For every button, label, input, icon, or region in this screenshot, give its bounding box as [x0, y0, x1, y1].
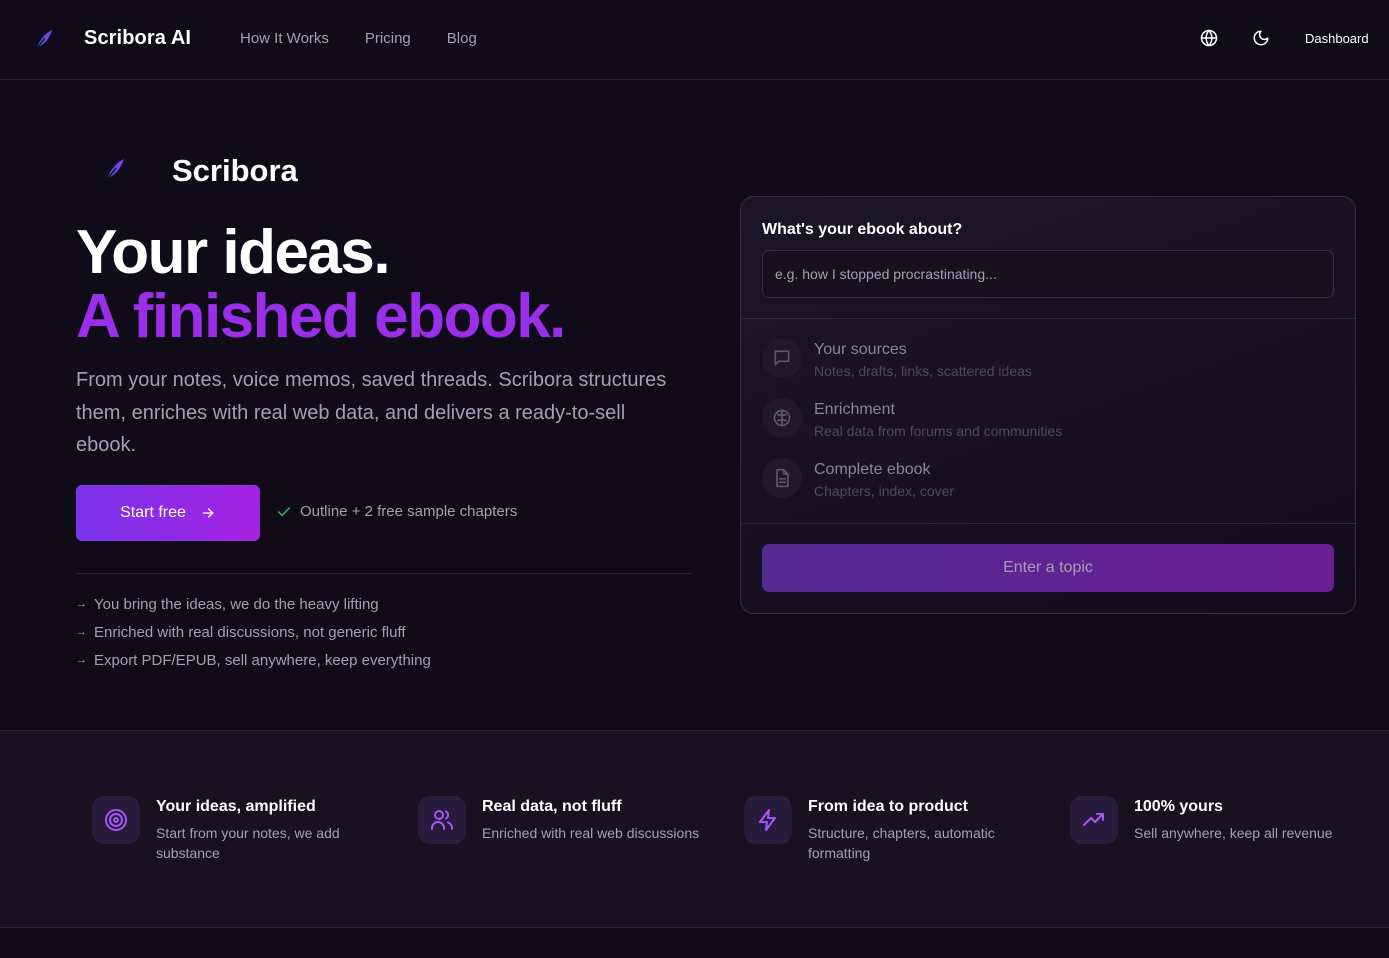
cta-note: Outline + 2 free sample chapters — [276, 503, 517, 520]
cta-note-text: Outline + 2 free sample chapters — [300, 503, 518, 520]
hero-subcopy: From your notes, voice memos, saved thre… — [76, 369, 667, 456]
headline-line2: A finished ebook. — [76, 282, 566, 351]
nav-link-pricing[interactable]: Pricing — [365, 30, 411, 47]
nav-link-blog[interactable]: Blog — [447, 30, 477, 47]
step-your-sources: Your sources Notes, drafts, links, scatt… — [762, 338, 1322, 382]
nav-links: How It Works Pricing Blog — [240, 30, 477, 47]
hero-divider — [76, 573, 692, 574]
step-title: Your sources — [814, 341, 907, 358]
top-nav: Scribora AI How It Works Pricing Blog Da… — [0, 0, 1389, 80]
hero-brand: Scribora — [172, 153, 298, 188]
feature-title: Real data, not fluff — [482, 798, 622, 815]
feature-desc: Start from your notes, we add substance — [156, 825, 340, 861]
target-icon — [92, 796, 140, 844]
arrow-right-icon — [202, 508, 214, 518]
feature-title: 100% yours — [1134, 798, 1223, 815]
feature-real-data: Real data, not fluff Enriched with real … — [418, 796, 718, 876]
bullet-text: Export PDF/EPUB, sell anywhere, keep eve… — [94, 651, 431, 669]
step-title: Enrichment — [814, 401, 895, 418]
bullet-text: You bring the ideas, we do the heavy lif… — [94, 595, 379, 613]
feature-desc: Structure, chapters, automatic formattin… — [808, 825, 995, 861]
users-icon — [418, 796, 466, 844]
feature-desc: Enriched with real web discussions — [482, 825, 700, 841]
step-title: Complete ebook — [814, 461, 931, 478]
features-band: Your ideas, amplified Start from your no… — [0, 730, 1389, 928]
nav-brand[interactable]: Scribora AI — [84, 27, 191, 50]
step-subtitle: Notes, drafts, links, scattered ideas — [814, 363, 1032, 379]
list-item: → Enriched with real discussions, not ge… — [76, 618, 431, 646]
moon-icon[interactable] — [1252, 29, 1270, 47]
brain-icon — [762, 398, 802, 438]
file-text-icon — [762, 458, 802, 498]
ebook-topic-card: What's your ebook about? Your sources No… — [740, 196, 1356, 614]
step-subtitle: Real data from forums and communities — [814, 423, 1063, 439]
feather-logo-icon[interactable] — [34, 28, 54, 50]
feather-logo-icon — [106, 159, 124, 180]
zap-icon — [744, 796, 792, 844]
feature-title: From idea to product — [808, 798, 968, 815]
card-divider — [741, 523, 1355, 524]
start-free-label: Start free — [120, 504, 186, 521]
feature-ideas-amplified: Your ideas, amplified Start from your no… — [92, 796, 392, 876]
trending-up-icon — [1070, 796, 1118, 844]
feature-desc: Sell anywhere, keep all revenue — [1134, 825, 1333, 841]
enter-topic-button[interactable]: Enter a topic — [762, 544, 1334, 592]
headline-line1: Your ideas. — [76, 218, 391, 287]
topic-input[interactable] — [762, 250, 1334, 298]
card-divider — [741, 318, 1355, 319]
globe-icon[interactable] — [1200, 29, 1218, 47]
hero-bullets: → You bring the ideas, we do the heavy l… — [76, 590, 431, 674]
feature-idea-to-product: From idea to product Structure, chapters… — [744, 796, 1044, 876]
step-enrichment: Enrichment Real data from forums and com… — [762, 398, 1322, 442]
arrow-bullet-icon: → — [76, 626, 87, 638]
message-square-icon — [762, 338, 802, 378]
start-free-button[interactable]: Start free — [76, 485, 260, 541]
arrow-bullet-icon: → — [76, 598, 87, 610]
check-icon — [277, 506, 291, 516]
list-item: → Export PDF/EPUB, sell anywhere, keep e… — [76, 646, 431, 674]
topic-question: What's your ebook about? — [762, 221, 963, 238]
nav-link-how-it-works[interactable]: How It Works — [240, 30, 329, 47]
dashboard-link[interactable]: Dashboard — [1305, 31, 1369, 46]
arrow-bullet-icon: → — [76, 654, 87, 666]
step-complete-ebook: Complete ebook Chapters, index, cover — [762, 458, 1322, 502]
feature-title: Your ideas, amplified — [156, 798, 316, 815]
feature-100-yours: 100% yours Sell anywhere, keep all reven… — [1070, 796, 1370, 876]
bullet-text: Enriched with real discussions, not gene… — [94, 623, 406, 641]
list-item: → You bring the ideas, we do the heavy l… — [76, 590, 431, 618]
step-subtitle: Chapters, index, cover — [814, 483, 955, 499]
